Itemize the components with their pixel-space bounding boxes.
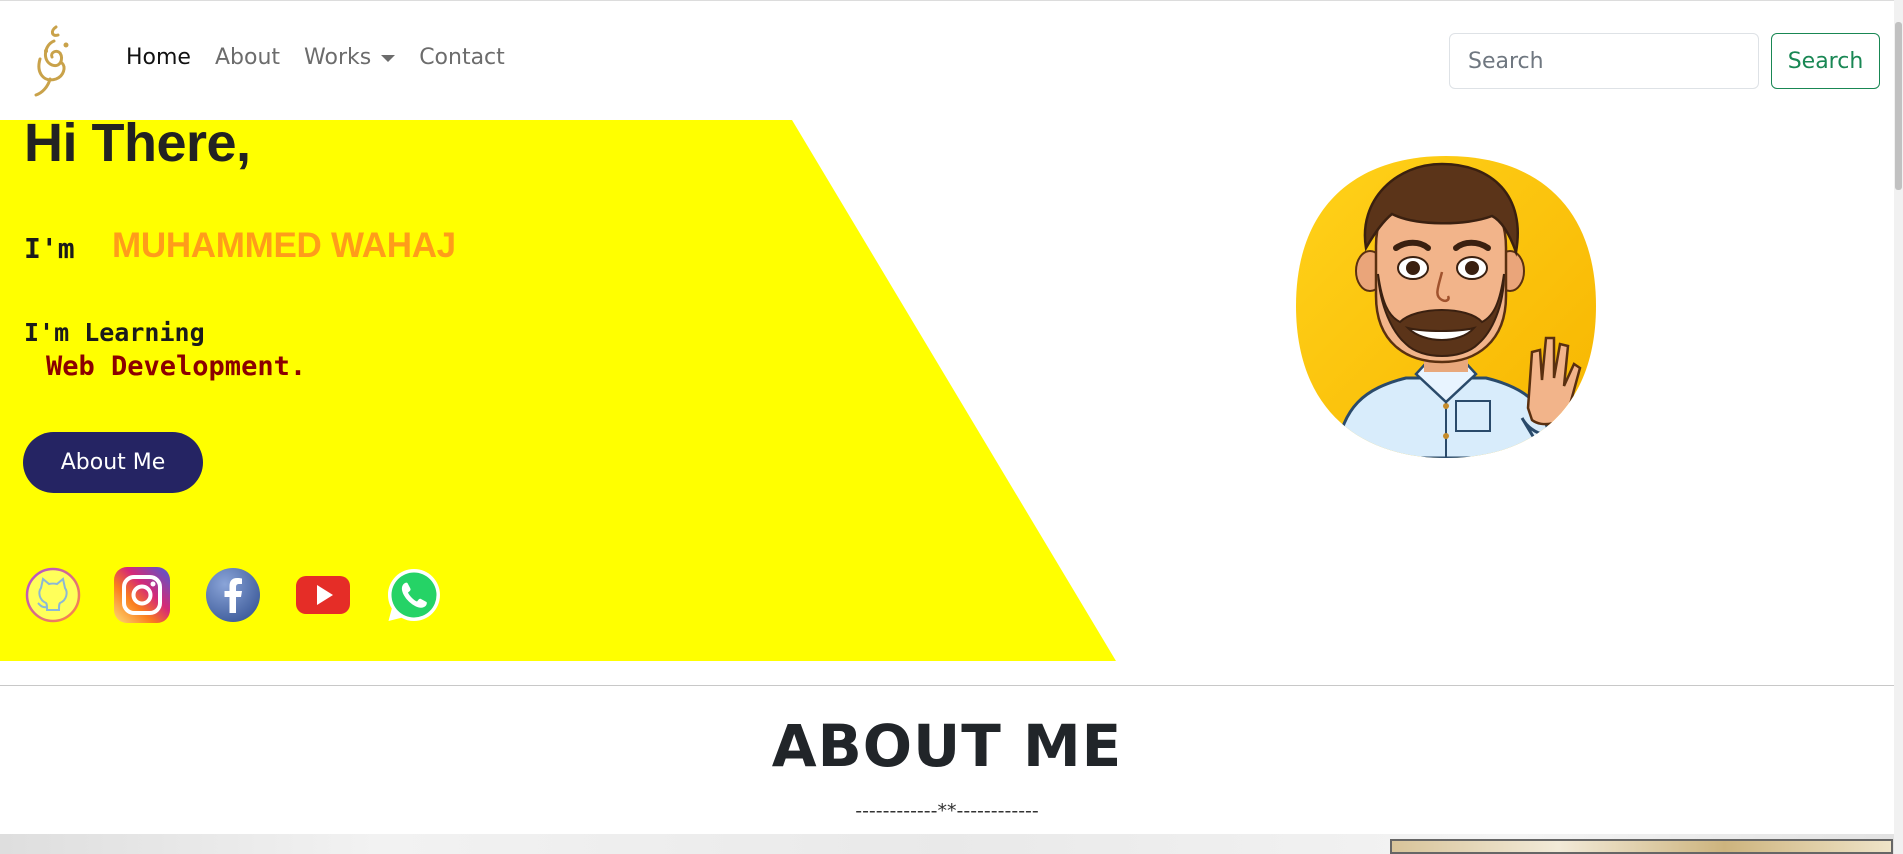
facebook-icon[interactable] (204, 566, 262, 624)
instagram-icon[interactable] (113, 566, 171, 624)
about-heading: ABOUT ME (771, 712, 1123, 780)
nav-contact[interactable]: Contact (419, 45, 505, 70)
logo-icon[interactable] (26, 21, 78, 99)
caret-down-icon (381, 54, 396, 62)
hero-greeting: Hi There, (24, 113, 251, 173)
about-separator: ------------**------------ (855, 800, 1039, 822)
search-input[interactable] (1449, 33, 1759, 89)
learning-value: Web Development. (46, 351, 307, 382)
github-icon[interactable] (24, 566, 82, 624)
youtube-icon[interactable] (294, 566, 352, 624)
about-me-button[interactable]: About Me (23, 432, 203, 493)
about-photo (1390, 839, 1893, 854)
hero-name: MUHAMMED WAHAJ (112, 226, 456, 265)
avatar (1296, 156, 1596, 458)
nav-works-dropdown[interactable]: Works (304, 45, 396, 70)
nav-home[interactable]: Home (126, 45, 191, 70)
scrollbar-thumb[interactable] (1895, 22, 1902, 190)
nav-works-label: Works (304, 45, 372, 70)
navbar: Home About Works Contact Search (0, 1, 1894, 120)
page-scrollbar[interactable] (1894, 0, 1903, 854)
search-button[interactable]: Search (1771, 33, 1880, 89)
learning-label: I'm Learning (24, 318, 205, 347)
nav-links: Home About Works Contact (126, 45, 529, 70)
nav-about[interactable]: About (215, 45, 280, 70)
whatsapp-icon[interactable] (385, 566, 443, 624)
im-label: I'm (24, 232, 75, 265)
section-divider (0, 685, 1894, 686)
